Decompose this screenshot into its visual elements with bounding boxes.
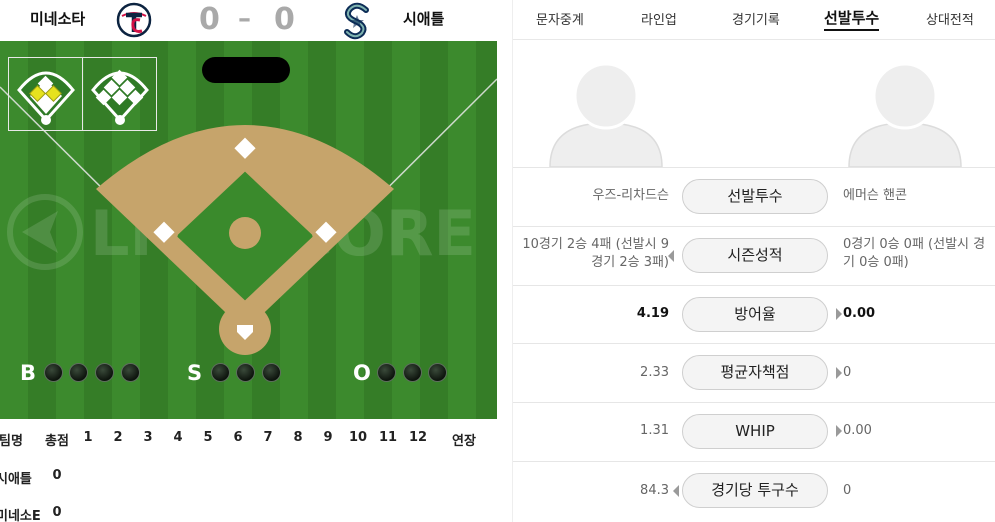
twins-tc-logo-icon — [116, 2, 152, 42]
starter-label-button[interactable]: 선발투수 — [682, 179, 828, 214]
linescore-header-inning: 11 — [378, 430, 398, 445]
linescore-table: 팀명 총점 1 2 3 4 5 6 7 8 9 10 11 12 연장 시애틀 … — [0, 419, 497, 522]
home-era-value: 0.00 — [843, 306, 876, 321]
linescore-header-inning: 1 — [83, 430, 93, 445]
linescore-header-inning: 12 — [408, 430, 428, 445]
score-separator: – — [238, 4, 251, 34]
ball-dot — [95, 363, 114, 382]
hidden-status-pill — [202, 57, 290, 83]
caret-right-icon — [836, 425, 842, 437]
linescore-header-team: 팀명 — [0, 434, 23, 449]
pitcher-avatars — [513, 41, 995, 167]
out-dot — [428, 363, 447, 382]
away-era-value: 4.19 — [636, 306, 669, 321]
caret-right-icon — [836, 308, 842, 320]
out-dot — [377, 363, 396, 382]
away-season-record: 10경기 2승 4패 (선발시 9경기 2승 3패) — [522, 237, 669, 270]
game-panel: 미네소타 0 – 0 시애틀 B S O 팀명 총점 1 2 3 4 5 6 7… — [0, 0, 497, 522]
away-score: 0 — [199, 2, 220, 37]
bases-prev-icon — [17, 71, 75, 125]
linescore-header-inning: 6 — [233, 430, 243, 445]
away-pitch-count-value: 84.3 — [640, 483, 669, 498]
stat-row-pitch-count: 84.3 경기당 투구수 0 — [513, 461, 995, 522]
tab-head-to-head[interactable]: 상대전적 — [926, 9, 974, 28]
stat-row-avg-era: 2.33 평균자책점 0 — [513, 343, 995, 401]
strikes-label: S — [187, 361, 203, 385]
linescore-total: 0 — [52, 505, 62, 520]
era-button[interactable]: 방어율 — [682, 297, 828, 332]
tab-game-record[interactable]: 경기기록 — [732, 9, 780, 28]
home-whip-value: 0.00 — [843, 423, 872, 438]
season-record-button[interactable]: 시즌성적 — [682, 238, 828, 273]
linescore-header-inning: 10 — [348, 430, 368, 445]
stat-row-starter: 우즈-리차드슨 선발투수 에머슨 핸콘 — [513, 167, 995, 225]
stat-row-era: 4.19 방어율 0.00 — [513, 285, 995, 343]
scoreboard: 미네소타 0 – 0 시애틀 — [0, 0, 497, 41]
caret-left-icon — [673, 485, 679, 497]
linescore-header-inning: 8 — [293, 430, 303, 445]
ball-dot — [69, 363, 88, 382]
caret-left-icon — [668, 250, 674, 262]
avg-era-button[interactable]: 평균자책점 — [682, 355, 828, 390]
baseball-field: LIVESCORE — [0, 41, 497, 419]
away-team-name[interactable]: 미네소타 — [30, 8, 85, 29]
home-pitcher-name[interactable]: 에머슨 핸콘 — [843, 187, 993, 205]
linescore-header-inning: 7 — [263, 430, 273, 445]
away-avg-era-value: 2.33 — [640, 365, 669, 380]
count-indicator: B S O — [0, 361, 497, 385]
linescore-team-name[interactable]: 시애틀 — [0, 468, 36, 487]
caret-right-icon — [836, 367, 842, 379]
away-pitcher-avatar-icon — [549, 65, 663, 167]
whip-button[interactable]: WHIP — [682, 414, 828, 449]
away-pitcher-name[interactable]: 우즈-리차드슨 — [513, 187, 669, 205]
out-dot — [403, 363, 422, 382]
linescore-header-total: 총점 — [45, 434, 69, 449]
pitch-count-button[interactable]: 경기당 투구수 — [682, 473, 828, 508]
linescore-header-inning: 9 — [323, 430, 333, 445]
strike-dot — [262, 363, 281, 382]
app-root: 미네소타 0 – 0 시애틀 B S O 팀명 총점 1 2 3 4 5 6 7… — [0, 0, 995, 522]
mini-divider — [82, 58, 83, 130]
linescore-header-inning: 4 — [173, 430, 183, 445]
linescore-header-inning: 3 — [143, 430, 153, 445]
linescore-team-name[interactable]: 미네소E — [0, 505, 40, 522]
tab-lineup[interactable]: 라인업 — [641, 9, 677, 28]
away-whip-value: 1.31 — [640, 423, 669, 438]
base-runner-indicators — [8, 57, 157, 131]
home-pitcher-avatar-icon — [848, 65, 962, 167]
pitcher-panel: 문자중계 라인업 경기기록 선발투수 상대전적 우즈-리차드슨 선발투수 에머슨… — [512, 0, 995, 522]
linescore-header-inning: 2 — [113, 430, 123, 445]
home-season-record: 0경기 0승 0패 (선발시 경기 0승 0패) — [843, 237, 986, 270]
outs-label: O — [353, 361, 371, 385]
tab-bar: 문자중계 라인업 경기기록 선발투수 상대전적 — [513, 0, 995, 40]
strike-dot — [211, 363, 230, 382]
home-score: 0 — [274, 2, 295, 37]
strike-dot — [236, 363, 255, 382]
ball-dot — [121, 363, 140, 382]
home-avg-era-value: 0 — [843, 365, 852, 380]
linescore-total: 0 — [52, 468, 62, 483]
home-pitch-count-value: 0 — [843, 483, 852, 498]
bases-current-icon — [91, 69, 149, 125]
stat-row-whip: 1.31 WHIP 0.00 — [513, 402, 995, 460]
ball-dot — [44, 363, 63, 382]
linescore-header-extra: 연장 — [452, 434, 476, 449]
tab-text-relay[interactable]: 문자중계 — [536, 9, 584, 28]
tab-starting-pitcher[interactable]: 선발투수 — [824, 7, 880, 31]
stat-row-season: 10경기 2승 4패 (선발시 9경기 2승 3패) 시즌성적 0경기 0승 0… — [513, 226, 995, 284]
mariners-s-logo-icon — [342, 2, 372, 44]
balls-label: B — [20, 361, 37, 385]
linescore-header-inning: 5 — [203, 430, 213, 445]
home-team-name[interactable]: 시애틀 — [403, 8, 444, 29]
